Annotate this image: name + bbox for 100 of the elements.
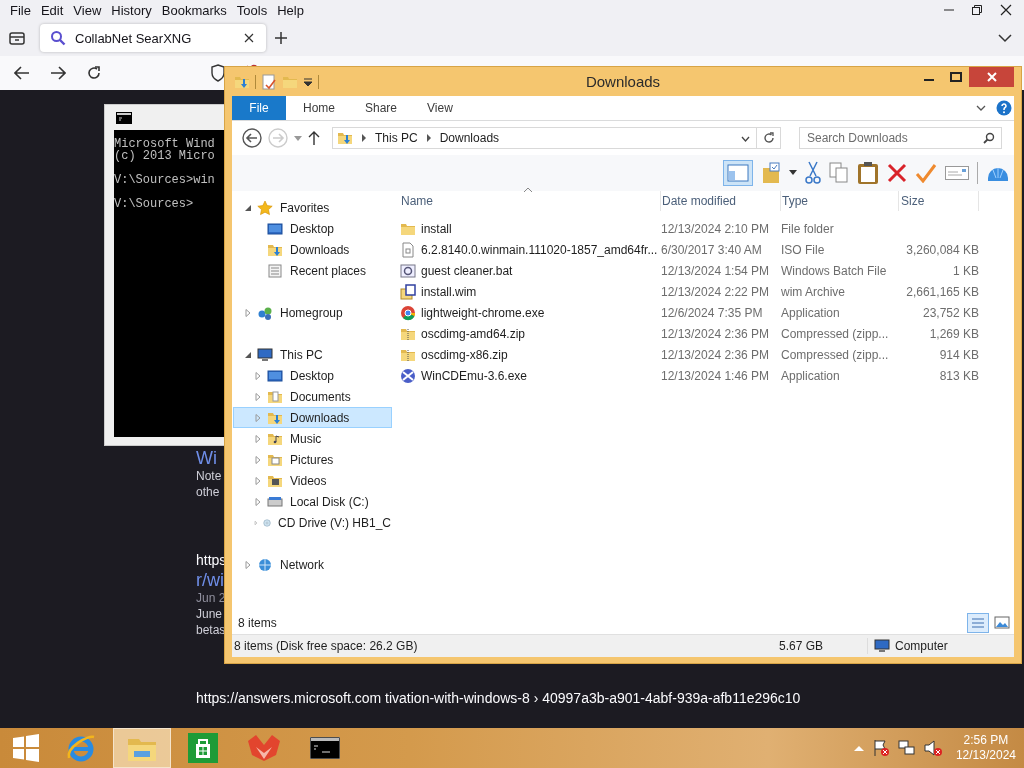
pane-layout-icon[interactable]: [723, 160, 753, 186]
network-icon[interactable]: [897, 739, 916, 757]
file-name[interactable]: guest cleaner.bat: [421, 263, 513, 278]
file-name[interactable]: oscdimg-x86.zip: [421, 347, 508, 362]
tab-list-icon[interactable]: [8, 30, 26, 46]
menu-item[interactable]: File: [5, 2, 36, 18]
speaker-icon[interactable]: [923, 739, 942, 757]
size-cell-text: 23,752 KB: [921, 305, 979, 320]
search-icon[interactable]: [983, 132, 995, 144]
shield-icon[interactable]: [210, 64, 226, 82]
expanded-arrow-icon[interactable]: [244, 350, 252, 359]
column-header[interactable]: Name: [400, 191, 661, 211]
maximize-icon[interactable]: [949, 72, 962, 82]
address-bar[interactable]: This PC Downloads: [332, 127, 757, 149]
menu-item[interactable]: Tools: [231, 2, 273, 18]
restore-icon[interactable]: [972, 5, 982, 15]
ribbon-tab[interactable]: Share: [348, 96, 411, 120]
back-icon[interactable]: [14, 66, 30, 80]
nav-item[interactable]: Desktop: [233, 365, 392, 386]
ribbon-tab[interactable]: View: [410, 96, 466, 120]
collapsed-arrow-icon[interactable]: [244, 560, 252, 569]
download-folder-icon: [337, 130, 353, 146]
clipboard-icon[interactable]: [857, 161, 879, 185]
start-icon[interactable]: [12, 734, 40, 762]
collapsed-arrow-icon[interactable]: [244, 308, 252, 317]
search-field[interactable]: Search Downloads: [799, 127, 1002, 149]
chevron-down-icon[interactable]: [976, 104, 986, 112]
column-header[interactable]: Date modified: [661, 191, 781, 211]
back-icon[interactable]: [242, 128, 262, 148]
collapsed-arrow-icon[interactable]: [254, 476, 262, 485]
properties-icon[interactable]: [261, 73, 277, 90]
nav-item[interactable]: Videos: [233, 470, 392, 491]
up-icon[interactable]: [308, 131, 320, 145]
nav-item[interactable]: This PC: [233, 344, 392, 365]
nav-item[interactable]: Favorites: [233, 197, 392, 218]
result-title[interactable]: r/wi: [196, 570, 224, 590]
ribbon-tab[interactable]: Home: [286, 96, 348, 120]
refresh-icon: [762, 132, 775, 144]
file-name[interactable]: oscdimg-amd64.zip: [421, 326, 526, 341]
item-count: 8 items: [238, 616, 277, 630]
file-name[interactable]: lightweight-chrome.exe: [421, 305, 545, 320]
expanded-arrow-icon[interactable]: [244, 203, 252, 212]
collapsed-arrow-icon[interactable]: [254, 371, 262, 380]
menu-item[interactable]: Help: [272, 2, 309, 18]
forward-icon[interactable]: [50, 66, 66, 80]
column-header[interactable]: Size: [899, 191, 979, 211]
size-cell-text: 2,661,165 KB: [905, 284, 979, 299]
close-icon[interactable]: [1000, 4, 1012, 16]
nav-item[interactable]: Music: [233, 428, 392, 449]
nav-item[interactable]: Local Disk (C:): [233, 491, 392, 512]
menu-item[interactable]: Bookmarks: [156, 2, 232, 18]
nav-item[interactable]: Documents: [233, 386, 392, 407]
type-cell-text: Windows Batch File: [781, 263, 888, 278]
delete-icon[interactable]: [887, 163, 907, 183]
browser-app-icon: [400, 304, 416, 321]
collapsed-arrow-icon[interactable]: [254, 392, 262, 401]
type-cell-text: Application: [781, 305, 841, 320]
folder-check-icon[interactable]: [761, 162, 781, 184]
nav-item[interactable]: Recent places: [233, 260, 392, 281]
nav-item[interactable]: CD Drive (V:) HB1_C: [233, 512, 392, 533]
breadcrumb-item[interactable]: This PC: [375, 131, 418, 145]
nav-item[interactable]: Downloads: [233, 407, 392, 428]
close-icon: [986, 72, 997, 82]
nav-item[interactable]: Homegroup: [233, 302, 392, 323]
caret-icon[interactable]: [789, 170, 797, 176]
close-icon[interactable]: [244, 33, 254, 43]
reload-icon[interactable]: [86, 65, 102, 81]
breadcrumb-item[interactable]: Downloads: [439, 131, 500, 145]
collapsed-arrow-icon[interactable]: [254, 434, 262, 443]
menu-item[interactable]: View: [68, 2, 107, 18]
nav-item[interactable]: Desktop: [233, 218, 392, 239]
file-name[interactable]: install.wim: [421, 284, 477, 299]
collapsed-arrow-icon[interactable]: [254, 497, 262, 506]
file-name[interactable]: 6.2.8140.0.winmain.111020-1857_amd64fr...: [421, 242, 658, 257]
browser-tab[interactable]: CollabNet SearXNG: [40, 24, 266, 52]
file-name[interactable]: WinCDEmu-3.6.exe: [421, 368, 528, 383]
search-icon: [50, 30, 66, 46]
chevron-down-icon[interactable]: [998, 33, 1012, 43]
scissors-icon[interactable]: [805, 161, 821, 185]
menu-item[interactable]: History: [106, 2, 157, 18]
nav-item[interactable]: Pictures: [233, 449, 392, 470]
file-name[interactable]: install: [421, 221, 452, 236]
chevron-down-icon[interactable]: [741, 136, 750, 142]
customize-caret-icon[interactable]: [303, 76, 313, 87]
caret-up-icon[interactable]: [853, 745, 864, 751]
card-icon[interactable]: [945, 164, 969, 182]
menu-item[interactable]: Edit: [35, 2, 69, 18]
refresh-button[interactable]: [757, 127, 781, 149]
new-tab-icon[interactable]: [274, 31, 288, 45]
result-title[interactable]: Wi: [196, 448, 217, 468]
copy-icon[interactable]: [829, 162, 849, 184]
nav-item[interactable]: Network: [233, 554, 392, 575]
checkmark-icon[interactable]: [915, 163, 937, 183]
column-header[interactable]: Type: [781, 191, 899, 211]
help-icon[interactable]: [996, 100, 1012, 116]
close-button[interactable]: [969, 67, 1014, 87]
flag-icon[interactable]: [871, 739, 890, 757]
recent-caret-icon[interactable]: [294, 135, 302, 141]
collapsed-arrow-icon[interactable]: [254, 455, 262, 464]
nav-item[interactable]: Downloads: [233, 239, 392, 260]
